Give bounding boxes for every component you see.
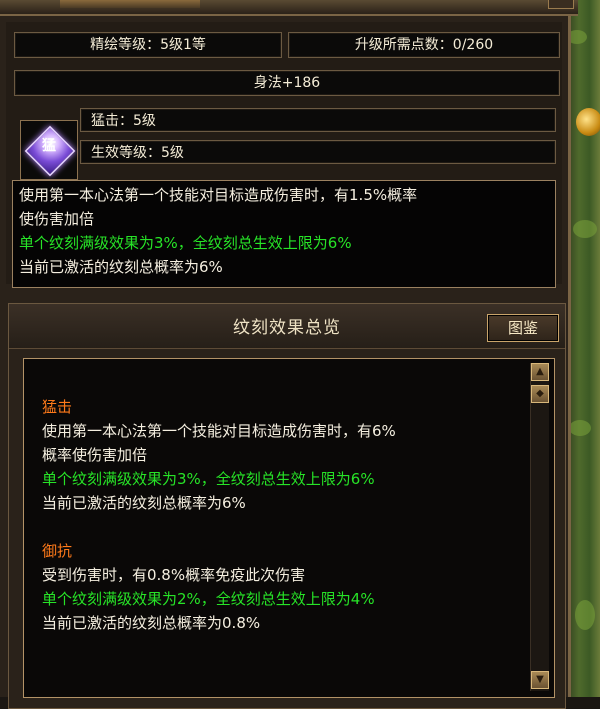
entry-limit: 单个纹刻满级效果为3%，全纹刻总生效上限为6% (42, 470, 375, 488)
overview-content[interactable]: 猛击 使用第一本心法第一个技能对目标造成伤害时，有6% 概率使伤害加倍 单个纹刻… (23, 358, 555, 698)
skill-name-field: 猛击：5级 (80, 108, 556, 132)
engraving-panel: 精绘等级：5级1等 升级所需点数：0/260 身法+186 猛 猛击：5级 生效… (0, 14, 571, 709)
refine-level-field: 精绘等级：5级1等 (14, 32, 282, 58)
entry-name: 御抗 (42, 542, 73, 560)
entry-limit: 单个纹刻满级效果为2%，全纹刻总生效上限为4% (42, 590, 375, 608)
window-close-button[interactable] (548, 0, 574, 9)
engraving-description: 使用第一本心法第一个技能对目标造成伤害时，有1.5%概率 使伤害加倍 单个纹刻满… (12, 180, 556, 288)
overview-list: 猛击 使用第一本心法第一个技能对目标造成伤害时，有6% 概率使伤害加倍 单个纹刻… (42, 395, 512, 635)
scroll-down-icon[interactable]: ▼ (531, 671, 549, 689)
overview-title: 纹刻效果总览 (233, 318, 341, 338)
upgrade-points-field: 升级所需点数：0/260 (288, 32, 560, 58)
engraving-icon-slot[interactable]: 猛 (20, 120, 78, 180)
entry-current: 当前已激活的纹刻总概率为0.8% (42, 614, 261, 632)
leaf-decoration (569, 420, 591, 436)
current-probability-line: 当前已激活的纹刻总概率为6% (19, 258, 223, 276)
entry-current: 当前已激活的纹刻总概率为6% (42, 494, 246, 512)
effect-level-field: 生效等级：5级 (80, 140, 556, 164)
gold-coin-icon (576, 108, 600, 136)
attribute-field: 身法+186 (14, 70, 560, 96)
entry-description: 使用第一本心法第一个技能对目标造成伤害时，有6% (42, 422, 396, 440)
overview-panel: 纹刻效果总览 图鉴 猛击 使用第一本心法第一个技能对目标造成伤害时，有6% 概率… (8, 303, 566, 709)
scroll-up-icon[interactable]: ▲ (531, 363, 549, 381)
description-line: 使用第一本心法第一个技能对目标造成伤害时，有1.5%概率 (19, 186, 418, 204)
description-line: 使伤害加倍 (19, 210, 95, 228)
atlas-button[interactable]: 图鉴 (487, 314, 559, 342)
window-title-bar (60, 0, 200, 8)
entry-name: 猛击 (42, 398, 73, 416)
leaf-decoration (575, 600, 595, 630)
entry-description: 概率使伤害加倍 (42, 446, 148, 464)
scroll-thumb-icon[interactable]: ◆ (531, 385, 549, 403)
entry-description: 受到伤害时，有0.8%概率免疫此次伤害 (42, 566, 306, 584)
gem-label: 猛 (42, 138, 56, 154)
leaf-decoration (573, 220, 597, 238)
overview-header: 纹刻效果总览 图鉴 (9, 304, 565, 349)
scrollbar[interactable]: ▲ ◆ ▼ (530, 363, 549, 691)
limit-line: 单个纹刻满级效果为3%，全纹刻总生效上限为6% (19, 234, 352, 252)
